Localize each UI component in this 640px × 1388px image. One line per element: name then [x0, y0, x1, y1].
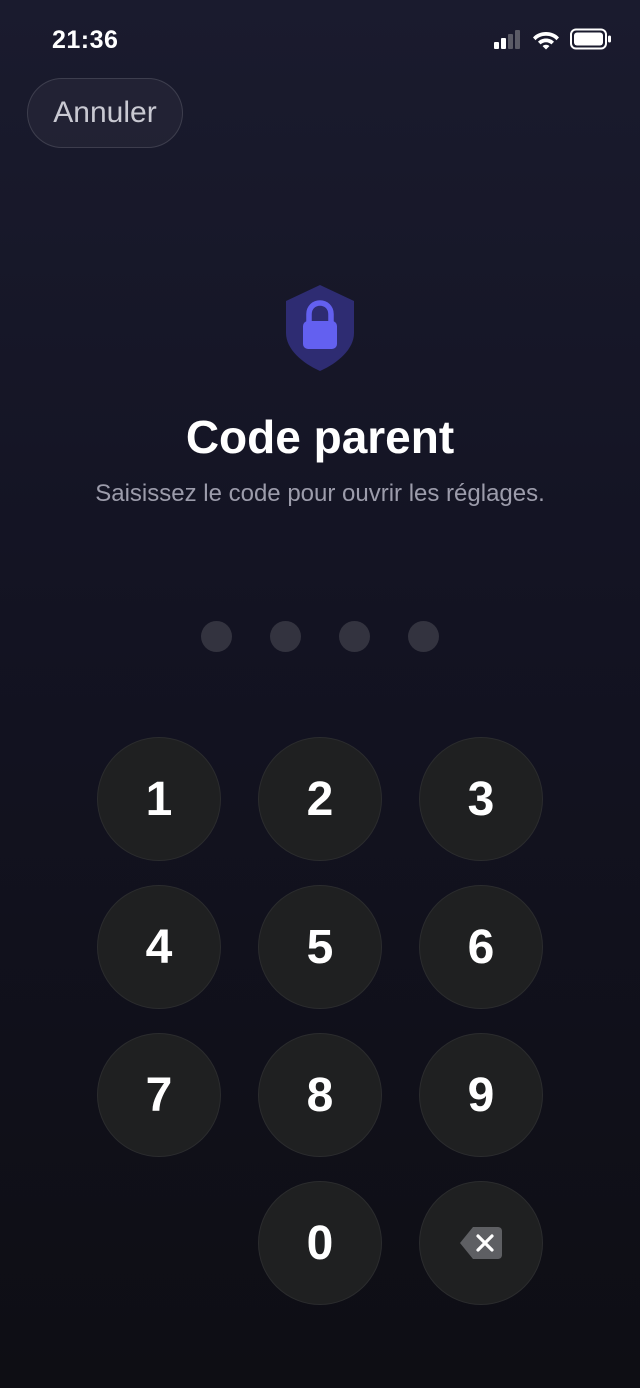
cancel-button[interactable]: Annuler — [27, 78, 183, 148]
keypad-key-1[interactable]: 1 — [97, 737, 221, 861]
status-bar: 21:36 — [0, 0, 640, 80]
page-subtitle: Saisissez le code pour ouvrir les réglag… — [95, 480, 545, 507]
pin-dot — [339, 621, 370, 652]
wifi-icon — [533, 32, 559, 50]
cellular-signal-icon — [494, 30, 520, 49]
keypad-key-8[interactable]: 8 — [258, 1033, 382, 1157]
keypad-key-7[interactable]: 7 — [97, 1033, 221, 1157]
keypad-key-2[interactable]: 2 — [258, 737, 382, 861]
keypad-key-9[interactable]: 9 — [419, 1033, 543, 1157]
pin-dot — [408, 621, 439, 652]
backspace-icon — [460, 1227, 502, 1259]
pin-dot — [201, 621, 232, 652]
keypad-key-5[interactable]: 5 — [258, 885, 382, 1009]
keypad-key-0[interactable]: 0 — [258, 1181, 382, 1305]
pin-indicator — [201, 621, 441, 653]
keypad-key-3[interactable]: 3 — [419, 737, 543, 861]
shield-lock-icon — [286, 285, 354, 371]
pin-dot — [270, 621, 301, 652]
battery-icon — [570, 28, 611, 50]
delete-button[interactable] — [419, 1181, 543, 1305]
page-title: Code parent — [185, 411, 455, 463]
status-icons — [494, 28, 612, 50]
keypad-key-6[interactable]: 6 — [419, 885, 543, 1009]
status-time: 21:36 — [52, 26, 119, 54]
keypad-key-4[interactable]: 4 — [97, 885, 221, 1009]
